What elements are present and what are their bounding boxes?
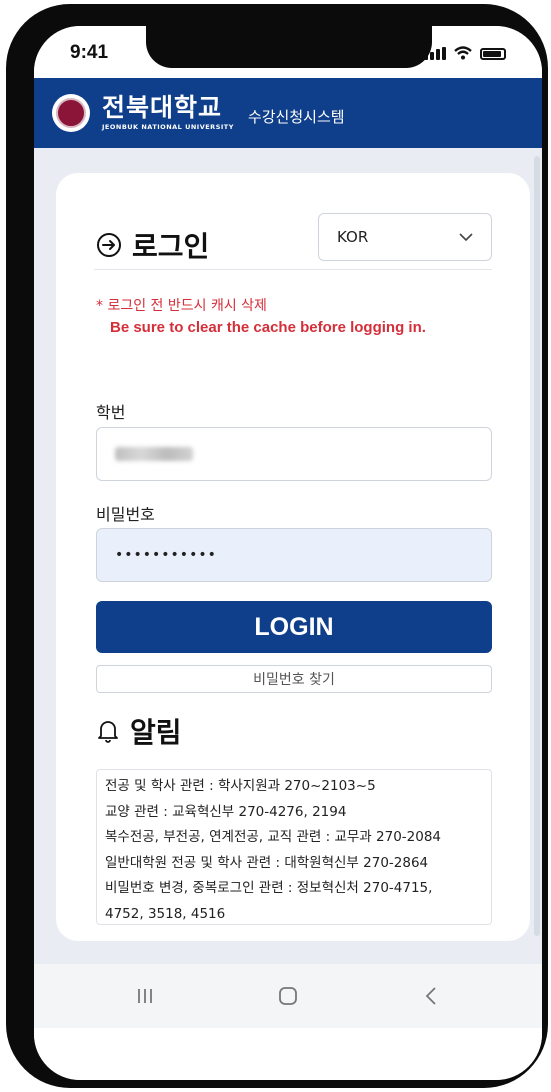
notice-title: 알림 bbox=[130, 716, 182, 749]
university-logo[interactable]: 전북대학교 JEONBUK NATIONAL UNIVERSITY bbox=[102, 93, 234, 132]
find-password-button[interactable]: 비밀번호 찾기 bbox=[96, 665, 492, 693]
notice-line: 복수전공, 부전공, 연계전공, 교직 관련 : 교무과 270-2084 bbox=[105, 829, 442, 846]
app-header: 전북대학교 JEONBUK NATIONAL UNIVERSITY 수강신청시스… bbox=[34, 78, 542, 148]
status-time: 9:41 bbox=[70, 42, 109, 63]
login-heading: 로그인 bbox=[96, 225, 209, 265]
chevron-down-icon bbox=[459, 232, 473, 241]
notice-line: 교양 관련 : 교육혁신부 270-4276, 2194 bbox=[105, 803, 347, 820]
password-label: 비밀번호 bbox=[96, 505, 155, 524]
university-emblem-icon bbox=[52, 94, 90, 132]
login-title: 로그인 bbox=[132, 230, 210, 263]
status-icons bbox=[424, 46, 506, 60]
login-arrow-icon bbox=[97, 233, 121, 257]
bottom-area bbox=[34, 1028, 542, 1080]
notice-line: 비밀번호 변경, 중복로그인 관련 : 정보혁신처 270-4715, bbox=[105, 880, 433, 897]
home-icon[interactable] bbox=[275, 983, 301, 1009]
system-name: 수강신청시스템 bbox=[247, 107, 345, 126]
cache-warning-en: Be sure to clear the cache before loggin… bbox=[110, 319, 426, 336]
password-value: ••••••••••• bbox=[115, 547, 217, 563]
divider bbox=[94, 269, 492, 270]
system-navigation-bar bbox=[34, 964, 542, 1028]
notice-line: 4752, 3518, 4516 bbox=[105, 905, 226, 922]
login-button[interactable]: LOGIN bbox=[96, 601, 492, 653]
password-input[interactable]: ••••••••••• bbox=[96, 528, 492, 582]
student-id-input[interactable] bbox=[96, 427, 492, 481]
login-card: 로그인 KOR * 로그인 전 반드시 캐시 삭제 Be sure to cle… bbox=[56, 173, 530, 941]
notice-box: 전공 및 학사 관련 : 학사지원과 270~2103~5 교양 관련 : 교육… bbox=[96, 769, 492, 925]
university-name-en: JEONBUK NATIONAL UNIVERSITY bbox=[102, 123, 234, 131]
back-icon[interactable] bbox=[418, 983, 444, 1009]
scrollbar[interactable] bbox=[534, 156, 540, 936]
wifi-icon bbox=[454, 46, 472, 60]
screen: 9:41 전북대학교 JEONBUK NATIONAL UNIVERSITY 수… bbox=[34, 26, 542, 1080]
language-selected: KOR bbox=[337, 228, 369, 246]
language-select[interactable]: KOR bbox=[318, 213, 492, 261]
student-id-value-redacted bbox=[115, 447, 193, 461]
phone-frame: 9:41 전북대학교 JEONBUK NATIONAL UNIVERSITY 수… bbox=[6, 4, 548, 1088]
battery-icon bbox=[480, 48, 506, 60]
notice-line: 일반대학원 전공 및 학사 관련 : 대학원혁신부 270-2864 bbox=[105, 854, 429, 871]
student-id-label: 학번 bbox=[96, 403, 126, 422]
cache-warning-ko: * 로그인 전 반드시 캐시 삭제 bbox=[96, 298, 267, 314]
bell-icon bbox=[98, 721, 118, 743]
university-name-ko: 전북대학교 bbox=[102, 93, 223, 122]
notice-line: 전공 및 학사 관련 : 학사지원과 270~2103~5 bbox=[105, 778, 376, 794]
recent-apps-icon[interactable] bbox=[132, 983, 158, 1009]
notch bbox=[146, 26, 432, 68]
notice-heading: 알림 bbox=[96, 711, 182, 751]
